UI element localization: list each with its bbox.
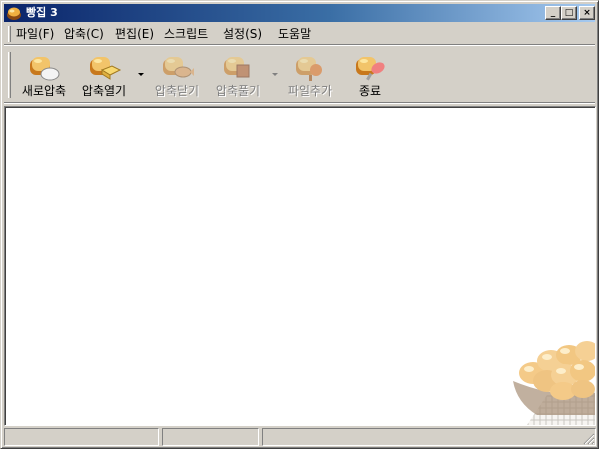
file-list-area[interactable] [4,106,596,426]
menu-grip[interactable] [8,26,11,42]
add-file-button[interactable]: 파일추가 [280,53,340,99]
app-window: 빵집 3 _ □ × 파일(F) 압축(C) 편집(E) 스크립트 설정(S) … [0,0,599,449]
resize-grip-icon[interactable] [583,433,595,445]
extract-button[interactable]: 압축풀기 [208,53,268,99]
bread-app-icon [7,7,21,20]
menu-script[interactable]: 스크립트 [164,27,208,41]
new-archive-icon [30,57,60,81]
extract-icon [224,57,250,78]
extract-label: 압축풀기 [215,84,261,98]
open-archive-icon [90,57,122,80]
minimize-icon: _ [550,8,556,18]
close-archive-label: 압축닫기 [154,84,200,98]
minimize-button[interactable]: _ [545,6,561,20]
menu-settings[interactable]: 설정(S) [223,27,262,41]
new-archive-label: 새로압축 [21,84,67,98]
open-archive-label: 압축열기 [81,84,127,98]
maximize-button[interactable]: □ [561,6,577,20]
title-bar[interactable]: 빵집 3 _ □ × [4,4,595,22]
window-title: 빵집 3 [26,6,58,19]
exit-label: 종료 [358,84,382,98]
bread-basket-watermark-icon [507,333,595,425]
menu-help[interactable]: 도움말 [278,27,311,41]
status-panel-3 [262,428,596,446]
new-archive-button[interactable]: 새로압축 [14,53,74,99]
extract-dropdown-icon[interactable] [272,73,278,76]
close-button[interactable]: × [579,6,595,20]
add-file-label: 파일추가 [287,84,333,98]
menu-edit[interactable]: 편집(E) [115,27,154,41]
close-archive-icon [163,57,194,78]
status-panel-1 [4,428,159,446]
exit-icon [356,57,385,81]
open-archive-button[interactable]: 압축열기 [74,53,134,99]
toolbar: 새로압축 압축열기 압축닫기 압축풀기 파일추가 종료 [4,47,595,103]
exit-button[interactable]: 종료 [340,53,400,99]
menu-file[interactable]: 파일(F) [16,27,54,41]
status-panel-2 [162,428,259,446]
close-archive-button[interactable]: 압축닫기 [147,53,207,99]
close-icon: × [583,8,591,18]
maximize-icon: □ [564,8,574,18]
menu-compress[interactable]: 압축(C) [64,27,104,41]
toolbar-grip[interactable] [8,52,11,98]
status-bar [4,428,596,446]
open-archive-dropdown-icon[interactable] [138,73,144,76]
menu-bar: 파일(F) 압축(C) 편집(E) 스크립트 설정(S) 도움말 [4,23,595,45]
add-file-icon [296,57,322,81]
